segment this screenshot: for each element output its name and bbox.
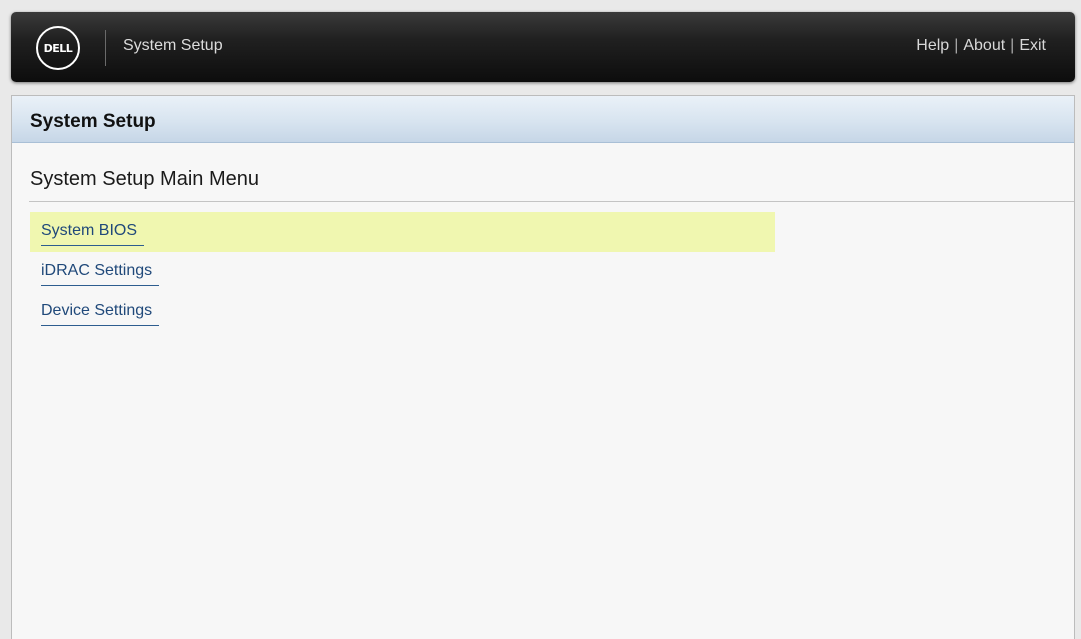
- header-links: Help | About | Exit: [916, 37, 1046, 55]
- header-divider: [105, 30, 106, 66]
- help-link[interactable]: Help: [916, 37, 949, 55]
- dell-logo-text: DELL: [43, 41, 73, 55]
- main-panel: System Setup System Setup Main Menu Syst…: [11, 95, 1075, 639]
- menu-item-device-settings[interactable]: Device Settings: [30, 292, 775, 332]
- about-link[interactable]: About: [963, 37, 1005, 55]
- page-heading: System Setup Main Menu: [30, 168, 259, 190]
- panel-title: System Setup: [30, 111, 156, 132]
- top-bar: DELL System Setup Help | About | Exit: [11, 12, 1075, 82]
- app-title: System Setup: [123, 37, 223, 54]
- heading-divider: [29, 201, 1074, 202]
- menu-item-system-bios[interactable]: System BIOS: [30, 212, 775, 252]
- main-menu: System BIOS iDRAC Settings Device Settin…: [30, 212, 775, 332]
- menu-item-idrac-settings[interactable]: iDRAC Settings: [30, 252, 775, 292]
- link-separator: |: [1010, 37, 1015, 54]
- menu-link-idrac-settings[interactable]: iDRAC Settings: [41, 262, 160, 286]
- menu-link-device-settings[interactable]: Device Settings: [41, 302, 160, 326]
- panel-header: System Setup: [12, 96, 1074, 143]
- dell-logo: DELL: [36, 26, 80, 70]
- menu-link-system-bios[interactable]: System BIOS: [41, 222, 145, 246]
- link-separator: |: [954, 37, 959, 54]
- exit-link[interactable]: Exit: [1019, 37, 1046, 55]
